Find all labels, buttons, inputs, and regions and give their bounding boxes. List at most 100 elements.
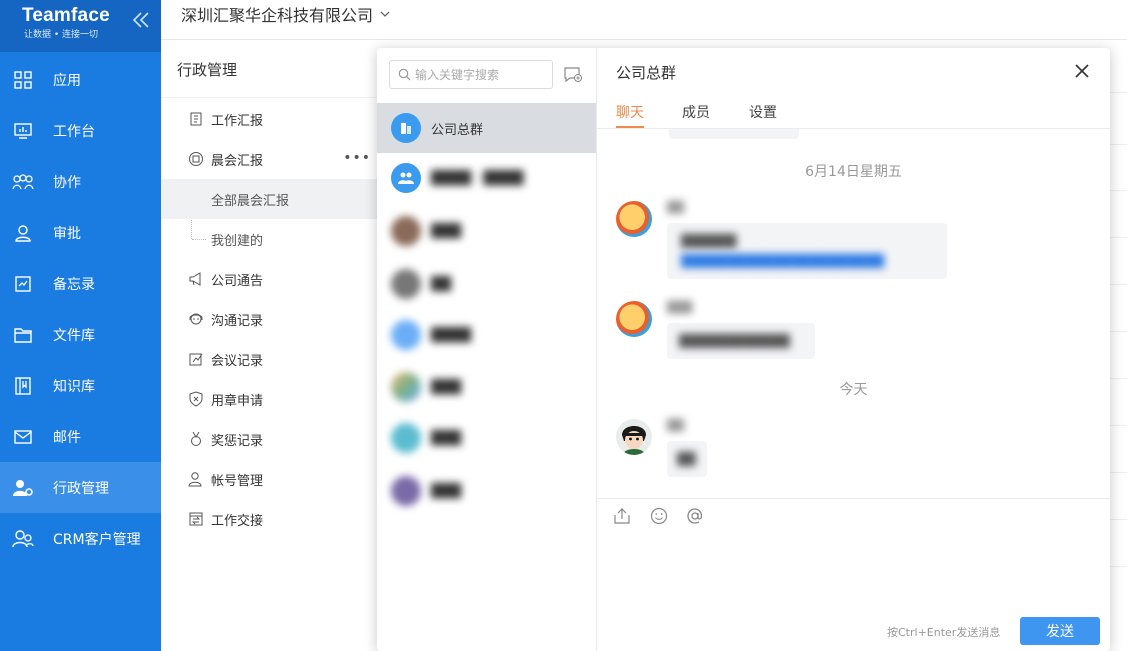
submenu-item-handover[interactable]: 工作交接: [161, 499, 377, 539]
submenu-item-accounts[interactable]: 帐号管理: [161, 459, 377, 499]
submenu-label: 晨会汇报: [211, 153, 264, 169]
submenu-item-communication[interactable]: 沟通记录: [161, 299, 377, 339]
submenu-item-rewards[interactable]: 奖惩记录: [161, 419, 377, 459]
sender-name: ██: [667, 419, 684, 432]
nav-label: 文件库: [53, 327, 95, 344]
conversation-item[interactable]: ████ · ████: [377, 153, 596, 203]
search-box[interactable]: [389, 60, 553, 89]
message-composer: 按Ctrl+Enter发送消息 发送: [597, 498, 1110, 651]
sender-avatar: [616, 301, 652, 337]
sender-name: ███: [667, 301, 693, 314]
nav-item-crm[interactable]: CRM客户管理: [0, 513, 161, 564]
submenu-label: 帐号管理: [211, 473, 264, 489]
message-text: ██: [677, 452, 696, 466]
main-nav: Teamface 让数据 • 连接一切 应用 工作台 协作 审批 备忘录 文件库…: [0, 0, 161, 651]
nav-item-apps[interactable]: 应用: [0, 54, 161, 105]
report-icon: [187, 110, 205, 128]
nav-label: 邮件: [53, 429, 81, 446]
submenu-label: 全部晨会汇报: [211, 193, 290, 209]
handover-icon: [187, 510, 205, 528]
brand-name: Teamface: [22, 5, 110, 26]
company-name: 深圳汇聚华企科技有限公司: [181, 6, 374, 25]
mail-icon: [12, 426, 34, 448]
conversation-item[interactable]: ███: [377, 413, 596, 463]
apps-icon: [12, 69, 34, 91]
conversation-item[interactable]: ███: [377, 466, 596, 516]
morning-meeting-icon: [187, 150, 205, 168]
submenu-item-all-morning-reports[interactable]: 全部晨会汇报: [161, 179, 377, 219]
nav-label: 工作台: [53, 123, 95, 140]
submenu-label: 我创建的: [211, 233, 264, 249]
cartoon-avatar-icon: [622, 426, 646, 455]
avatar: [391, 476, 421, 506]
submenu-item-work-report[interactable]: 工作汇报: [161, 99, 377, 139]
company-switcher[interactable]: 深圳汇聚华企科技有限公司: [181, 2, 391, 26]
mention-icon[interactable]: [686, 507, 704, 525]
close-icon[interactable]: [1074, 63, 1090, 79]
tab-chat[interactable]: 聊天: [616, 102, 644, 122]
nav-item-approval[interactable]: 审批: [0, 207, 161, 258]
headset-icon: [187, 310, 205, 328]
upload-icon[interactable]: [612, 507, 632, 525]
submenu-label: 奖惩记录: [211, 433, 264, 449]
conversation-name: ███: [431, 223, 461, 239]
nav-item-knowledge[interactable]: 知识库: [0, 360, 161, 411]
message-text: ████████████: [679, 334, 790, 348]
building-icon: [401, 123, 411, 134]
date-separator: 6月14日星期五: [805, 164, 902, 180]
tab-settings[interactable]: 设置: [749, 102, 777, 122]
nav-item-files[interactable]: 文件库: [0, 309, 161, 360]
message-list: 6月14日星期五 ██ ██████ █████████████████████…: [597, 129, 1110, 498]
chat-dialog: 公司总群 ████ · ████ ███ ██ ████ ███ ███: [377, 48, 1110, 651]
group-avatar: [391, 113, 421, 143]
submenu-label: 工作交接: [211, 513, 264, 529]
folder-icon: [12, 324, 34, 346]
admin-icon: [12, 477, 34, 499]
tab-members[interactable]: 成员: [682, 102, 710, 122]
medal-icon: [187, 430, 205, 448]
crm-icon: [12, 528, 34, 550]
conversation-list: 公司总群 ████ · ████ ███ ██ ████ ███ ███: [377, 48, 597, 651]
sender-avatar: [616, 201, 652, 237]
nav-item-workbench[interactable]: 工作台: [0, 105, 161, 156]
more-options-icon[interactable]: •••: [343, 150, 371, 166]
approval-icon: [12, 222, 34, 244]
nav-item-collaboration[interactable]: 协作: [0, 156, 161, 207]
brand: Teamface 让数据 • 连接一切: [0, 0, 161, 52]
submenu-label: 用章申请: [211, 393, 264, 409]
send-button[interactable]: 发送: [1020, 617, 1100, 645]
submenu-item-morning-report[interactable]: 晨会汇报 •••: [161, 139, 377, 179]
submenu-item-created-by-me[interactable]: 我创建的: [161, 219, 377, 259]
nav-item-mail[interactable]: 邮件: [0, 411, 161, 462]
avatar: [391, 269, 421, 299]
submenu-item-seal-request[interactable]: 用章申请: [161, 379, 377, 419]
message-bubble: ██: [667, 441, 707, 477]
conversation-name: ██: [431, 276, 451, 292]
search-icon: [398, 68, 411, 81]
submenu-item-announcement[interactable]: 公司通告: [161, 259, 377, 299]
conversation-company-group[interactable]: 公司总群: [377, 103, 596, 153]
conversation-item[interactable]: ███: [377, 206, 596, 256]
submenu-item-meeting-notes[interactable]: 会议记录: [161, 339, 377, 379]
avatar: [391, 320, 421, 350]
group-avatar: [391, 163, 421, 193]
collapse-icon[interactable]: [131, 10, 151, 30]
meeting-note-icon: [187, 350, 205, 368]
new-chat-icon[interactable]: [563, 66, 583, 84]
search-input[interactable]: [415, 67, 545, 82]
avatar: [391, 216, 421, 246]
account-icon: [187, 470, 205, 488]
nav-item-admin[interactable]: 行政管理: [0, 462, 161, 513]
message-link[interactable]: ██████████████████████: [681, 254, 884, 268]
conversation-name: ███: [431, 430, 461, 446]
sender-name: ██: [667, 201, 684, 214]
avatar: [391, 423, 421, 453]
top-bar: 深圳汇聚华企科技有限公司: [161, 0, 1127, 40]
conversation-item[interactable]: ██: [377, 259, 596, 309]
send-hint: 按Ctrl+Enter发送消息: [887, 626, 1001, 639]
conversation-item[interactable]: ███: [377, 362, 596, 412]
nav-item-memo[interactable]: 备忘录: [0, 258, 161, 309]
conversation-item[interactable]: ████: [377, 310, 596, 360]
submenu-label: 沟通记录: [211, 313, 264, 329]
emoji-icon[interactable]: [650, 507, 668, 525]
